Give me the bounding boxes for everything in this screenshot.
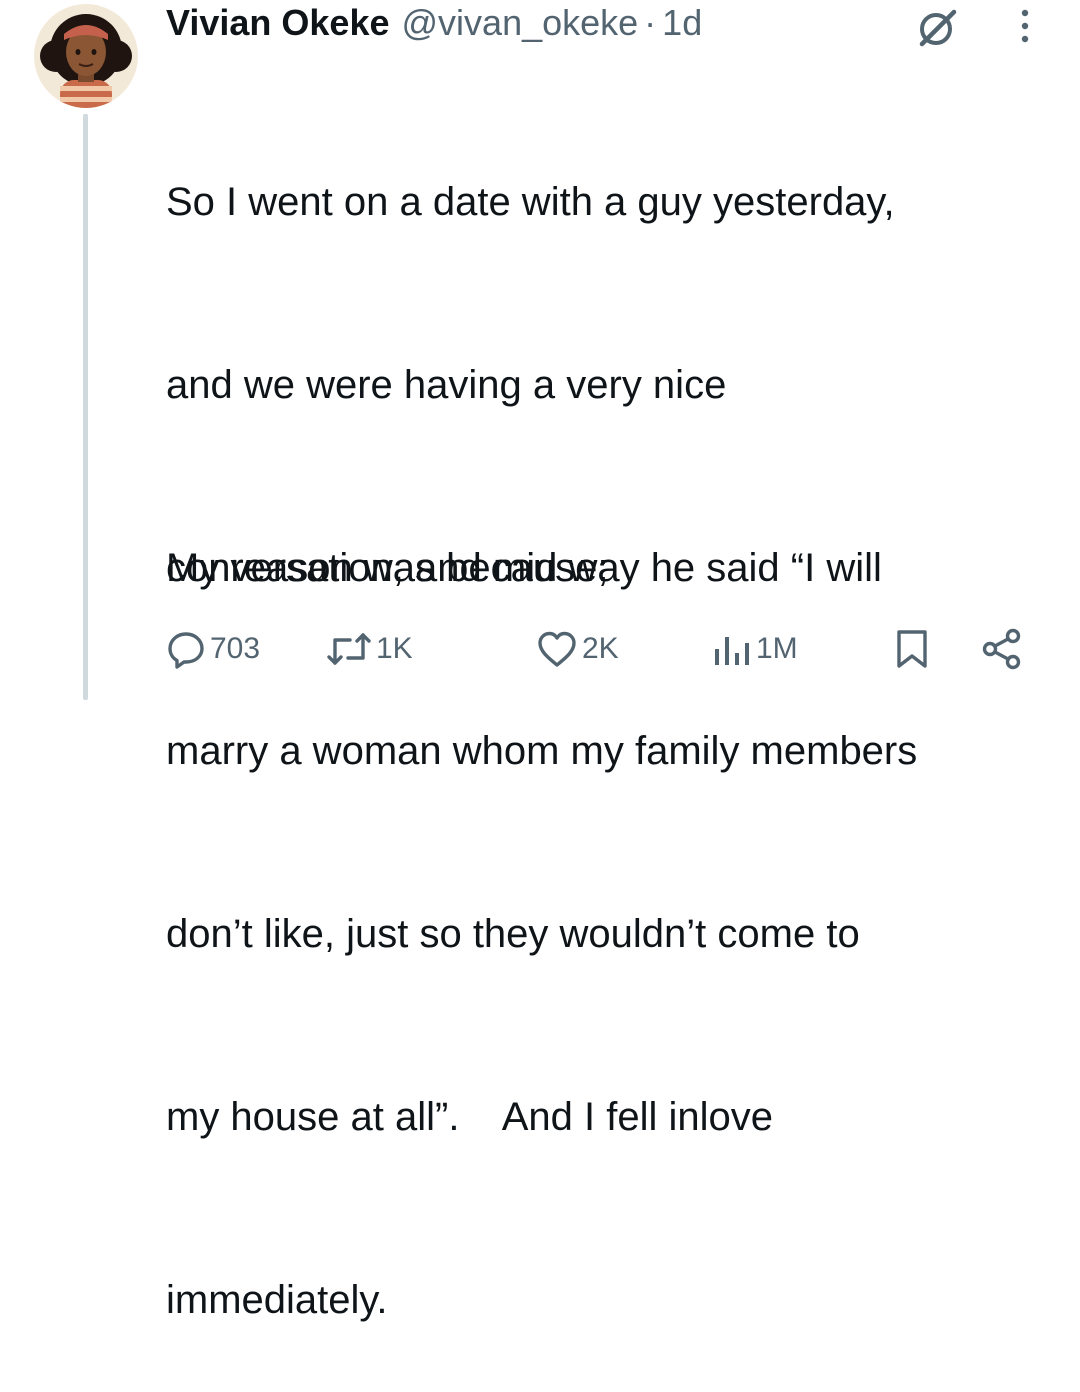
retweet-count: 1K [376,632,413,665]
thread-line [83,114,88,700]
tweet-text-line: and we were having a very nice [166,363,727,407]
reply-button[interactable]: 703 [166,622,260,676]
share-icon [982,628,1021,670]
tweet-text-line: my house at all”. And I fell inlove [166,1095,773,1139]
bookmark-icon [897,630,927,668]
like-button[interactable]: 2K [536,622,619,676]
bookmark-button[interactable] [892,622,932,676]
retweet-button[interactable]: 1K [326,622,413,676]
reply-icon [168,632,204,669]
author-handle[interactable]: @vivan_okeke [402,2,639,44]
grok-icon[interactable] [916,6,960,50]
reply-count: 703 [210,632,261,665]
views-icon [715,637,749,665]
tweet-text-line: So I went on a date with a guy yesterday… [166,180,895,224]
tweet-text-line: don’t like, just so they wouldn’t come t… [166,912,860,956]
timestamp[interactable]: 1d [662,2,702,44]
tweet-text-line: immediately. [166,1278,388,1322]
retweet-icon [327,633,371,665]
views-count: 1M [756,632,798,665]
tweet-header: Vivian Okeke @vivan_okeke · 1d [166,0,702,46]
avatar[interactable] [34,4,138,108]
tweet-action-bar: 703 1K 2K 1M [0,622,1080,676]
author-name[interactable]: Vivian Okeke [166,2,390,44]
views-button[interactable]: 1M [712,622,798,676]
separator-dot: · [644,2,657,43]
tweet-text: So I went on a date with a guy yesterday… [166,50,1066,1392]
tweet-text-paragraph-2: My reason was because; [166,546,609,590]
share-button[interactable] [980,622,1024,676]
more-vertical-icon[interactable] [1010,4,1040,48]
like-count: 2K [582,632,619,665]
tweet-text-line: marry a woman whom my family members [166,729,918,773]
avatar-illustration [34,4,138,108]
heart-icon [538,631,576,667]
